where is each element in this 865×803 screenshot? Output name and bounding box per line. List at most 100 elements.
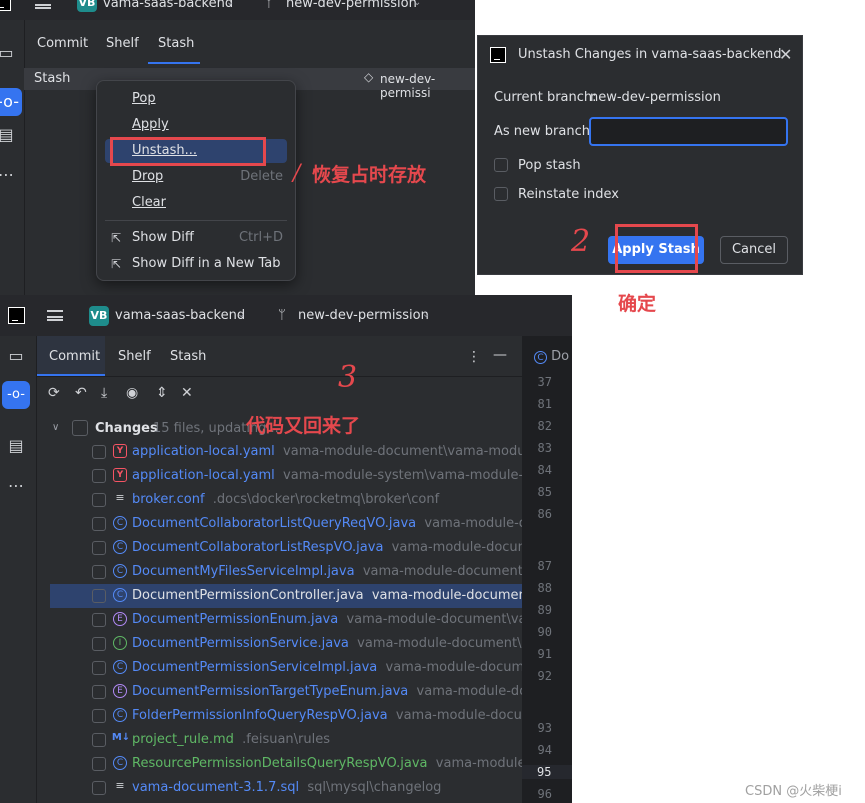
collapse-all-icon[interactable]: ✕ [181,385,193,401]
stash-label: Stash [34,71,71,86]
menu-item-show-diff-new-tab[interactable]: ⇱ Show Diff in a New Tab [105,252,287,276]
changes-file-row[interactable]: Yapplication-local.yaml vama-module-docu… [0,440,522,464]
file-path: vama-module-docur [435,756,522,771]
file-checkbox[interactable] [92,541,106,555]
file-path: .docs\docker\rocketmq\broker\conf [204,492,440,507]
file-checkbox[interactable] [92,781,106,795]
commit-icon[interactable]: -o- [2,381,30,409]
refresh-icon[interactable]: ⟳ [48,385,60,401]
file-checkbox[interactable] [92,709,106,723]
file-checkbox[interactable] [92,469,106,483]
changes-file-row[interactable]: M↓ project_rule.md .feisuan\rules [0,728,522,752]
project-name[interactable]: vama-saas-backend [115,308,245,323]
menu-item-drop[interactable]: Drop Delete [105,165,287,189]
branch-chevron-down-icon[interactable]: ⌄ [413,0,421,8]
changes-file-row[interactable]: C DocumentCollaboratorListRespVO.java vam… [0,536,522,560]
update-icon[interactable]: ⤓ [101,385,107,401]
options-icon[interactable]: ⋮ [467,349,481,365]
line-number: 81 [537,397,552,411]
minimize-icon[interactable]: — [493,347,507,363]
file-type-icon: Y [113,468,127,482]
annotation-note-3: 代码又回来了 [246,415,361,437]
file-checkbox[interactable] [92,589,106,603]
main-menu-icon[interactable] [35,0,51,9]
rollback-icon[interactable]: ↶ [75,385,87,401]
new-branch-input[interactable] [589,117,788,146]
tab-commit[interactable]: Commit [37,36,88,51]
changes-checkbox[interactable] [72,420,88,436]
changes-file-row[interactable]: C DocumentPermissionController.java vama-… [50,584,522,608]
file-type-icon: E [113,612,127,626]
cancel-button[interactable]: Cancel [720,236,788,264]
file-path: vama-module-document\va [391,540,522,555]
line-number: 90 [537,625,552,639]
changes-file-row[interactable]: Yapplication-local.yaml vama-module-syst… [0,464,522,488]
commit-icon[interactable]: -o- [0,88,22,116]
tab-commit[interactable]: Commit [49,349,100,364]
tab-stash[interactable]: Stash [170,349,206,364]
project-name[interactable]: vama-saas-backend [103,0,233,11]
branch-chevron-down-icon[interactable]: ⌄ [422,309,430,320]
changes-file-row[interactable]: I DocumentPermissionService.java vama-mod… [0,632,522,656]
tab-shelf[interactable]: Shelf [118,349,151,364]
branch-name[interactable]: new-dev-permission [298,308,429,323]
project-chevron-down-icon[interactable]: ⌄ [226,0,234,8]
show-diff-icon[interactable]: ◉ [126,385,138,401]
changes-chevron-down-icon[interactable]: ∨ [52,422,59,433]
file-checkbox[interactable] [92,757,106,771]
changes-file-row[interactable]: ≡ vama-document-3.1.7.sql sql\mysql\chang… [0,776,522,800]
file-entry: FolderPermissionInfoQueryRespVO.java vam… [132,708,522,723]
changes-file-row[interactable]: ≡ broker.conf .docs\docker\rocketmq\broke… [0,488,522,512]
pop-stash-checkbox[interactable] [494,158,508,172]
close-icon[interactable]: ✕ [779,45,792,64]
changes-file-row[interactable]: C FolderPermissionInfoQueryRespVO.java va… [0,704,522,728]
bottom-title-bar: VB vama-saas-backend ⌄ ᛘ new-dev-permiss… [0,295,572,336]
tab-stash[interactable]: Stash [158,36,194,51]
editor-tab[interactable]: C Do [534,349,569,364]
reinstate-index-checkbox[interactable] [494,187,508,201]
changes-file-row[interactable]: C DocumentPermissionServiceImpl.java vama… [0,656,522,680]
branch-name[interactable]: new-dev-permission [286,0,417,11]
file-path: vama-module-docume [424,516,522,531]
changes-file-row[interactable]: C DocumentCollaboratorListQueryReqVO.java… [0,512,522,536]
changes-file-row[interactable]: E DocumentPermissionTargetTypeEnum.java v… [0,680,522,704]
folder-icon[interactable]: ▭ [6,346,26,366]
project-badge: VB [77,0,97,12]
file-checkbox[interactable] [92,445,106,459]
annotation-number-3: 3 [338,360,358,395]
file-checkbox[interactable] [92,685,106,699]
file-entry: application-local.yaml vama-module-syste… [132,468,522,483]
line-number: 95 [522,765,572,779]
panel-divider [37,376,522,377]
file-checkbox[interactable] [92,613,106,627]
main-menu-icon[interactable] [47,310,63,321]
file-type-icon: ≡ [115,779,125,792]
file-checkbox[interactable] [92,565,106,579]
watermark: CSDN @火柴梗i [745,784,842,799]
more-icon[interactable]: ⋯ [0,165,16,185]
file-type-icon: C [113,540,127,554]
new-branch-label: As new branch: [494,124,595,139]
menu-item-shortcut: Delete [240,169,283,184]
file-name: DocumentCollaboratorListRespVO.java [132,540,384,555]
folder-icon[interactable]: ▭ [0,43,16,63]
structure-icon[interactable]: ▤ [0,125,16,145]
changes-file-row[interactable]: C ResourcePermissionDetailsQueryRespVO.ja… [0,752,522,776]
expand-all-icon[interactable]: ⇕ [156,385,168,401]
menu-item-clear[interactable]: Clear [105,191,287,215]
menu-item-apply[interactable]: Apply [105,113,287,137]
file-checkbox[interactable] [92,637,106,651]
stash-context-menu: Pop Apply Unstash... Drop Delete Clear ⇱… [96,80,296,281]
stash-branch-tag: new-dev-permissi [380,72,436,100]
tab-shelf[interactable]: Shelf [106,36,139,51]
changes-file-row[interactable]: C DocumentMyFilesServiceImpl.java vama-mo… [0,560,522,584]
file-checkbox[interactable] [92,517,106,531]
file-entry: DocumentMyFilesServiceImpl.java vama-mod… [132,564,522,579]
project-chevron-down-icon[interactable]: ⌄ [237,309,245,320]
file-checkbox[interactable] [92,493,106,507]
file-checkbox[interactable] [92,661,106,675]
changes-file-row[interactable]: E DocumentPermissionEnum.java vama-module… [0,608,522,632]
menu-item-pop[interactable]: Pop [105,87,287,111]
file-checkbox[interactable] [92,733,106,747]
menu-item-show-diff[interactable]: ⇱ Show Diff Ctrl+D [105,226,287,250]
